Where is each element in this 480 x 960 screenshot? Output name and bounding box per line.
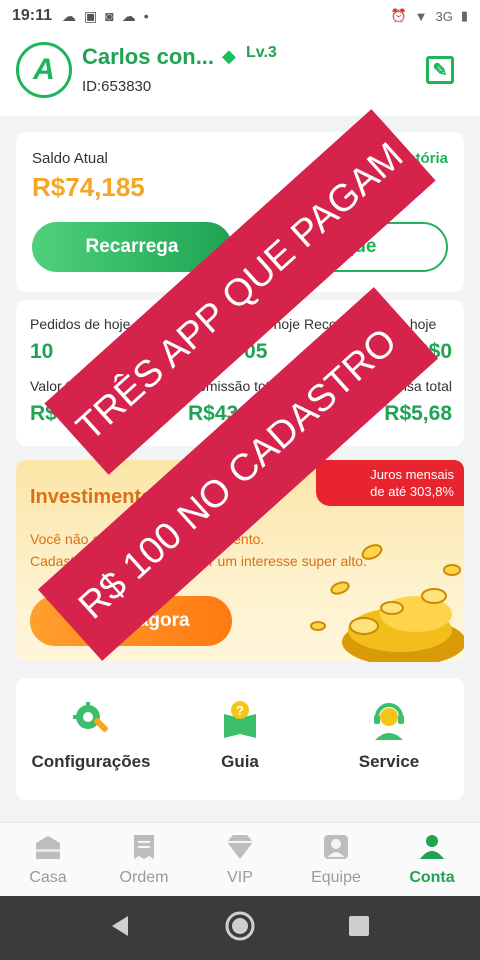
stat-label: Recompensa total	[339, 378, 452, 394]
notification-icon: ▣	[84, 7, 98, 24]
menu-card: Configurações ? Guia Service	[16, 678, 464, 800]
system-navigation-bar	[0, 896, 480, 960]
stat-label: Comissão de hoje	[188, 316, 301, 332]
menu-label: Configurações	[31, 752, 151, 771]
nav-label: Conta	[409, 869, 455, 886]
stat-reward-total: Recompensa total R$5,68	[304, 378, 452, 426]
nav-item-team[interactable]: Equipe	[288, 833, 384, 887]
investment-card: Investimento Juros mensais de até 303,8%…	[16, 460, 464, 662]
menu-item-guide[interactable]: ? Guia	[165, 700, 315, 772]
nav-item-order[interactable]: Ordem	[96, 833, 192, 887]
stat-reward-today: Recompensa de hoje R$0	[304, 316, 452, 364]
badge-line: Juros mensais	[370, 467, 454, 482]
stat-value: 10	[30, 340, 54, 363]
nav-label: VIP	[227, 869, 253, 886]
status-time: 19:11	[12, 7, 53, 24]
stat-value: R$0	[413, 340, 452, 363]
svg-text:?: ?	[236, 703, 244, 718]
menu-item-service[interactable]: Service	[314, 700, 464, 772]
withdraw-button[interactable]: Saque	[248, 222, 448, 272]
notification-icon: ☁	[62, 7, 77, 24]
guide-book-icon: ?	[224, 701, 256, 738]
balance-label: Saldo Atual	[32, 150, 108, 167]
stat-value: R$5,68	[384, 402, 452, 425]
investment-title: Investimento	[30, 486, 154, 508]
network-type: 3G	[435, 8, 453, 24]
badge-line: de até 303,8%	[370, 484, 454, 499]
stat-value: R$74,185	[30, 402, 122, 425]
user-level: Lv.3	[246, 44, 277, 61]
interest-badge: Juros mensais de até 303,8%	[316, 460, 464, 506]
recents-icon[interactable]	[348, 915, 370, 937]
home-icon	[36, 836, 60, 859]
status-bar: 19:11 ☁ ▣ ◙ ☁ • ⏰ ▼ 3G ▮	[0, 0, 480, 32]
alarm-icon: ⏰	[390, 8, 407, 23]
bottom-navigation: Casa Ordem VIP Equipe Conta	[0, 822, 480, 896]
stat-value: R$3,705	[188, 340, 268, 363]
profile-header: A Carlos con... ◆ Lv.3 ID:653830 ✎	[0, 32, 480, 116]
nav-label: Ordem	[119, 869, 169, 886]
invest-now-button[interactable]: Invista agora	[30, 596, 232, 646]
gold-coins-icon	[310, 544, 464, 662]
stat-label: Pedidos de hoje	[30, 316, 131, 332]
team-icon	[324, 835, 348, 859]
menu-item-settings[interactable]: Configurações	[16, 700, 166, 772]
stat-label: Recompensa de hoje	[304, 316, 437, 332]
balance-value: R$74,185	[32, 172, 145, 202]
gear-wrench-icon	[73, 702, 108, 732]
edit-icon[interactable]: ✎	[426, 56, 454, 84]
stat-total-value: Valor total R$74,185	[30, 378, 180, 426]
recharge-button[interactable]: Recarrega	[32, 222, 232, 272]
nav-label: Equipe	[311, 869, 361, 886]
menu-label: Service	[358, 752, 420, 771]
stat-commission-today: Comissão de hoje R$3,705	[188, 316, 308, 364]
user-id: ID:653830	[82, 78, 152, 95]
home-button-icon[interactable]	[224, 910, 256, 942]
dot-icon: •	[143, 8, 149, 24]
order-icon	[134, 835, 154, 859]
history-link[interactable]: História	[392, 150, 448, 167]
menu-label: Guia	[221, 752, 259, 771]
nav-item-home[interactable]: Casa	[0, 833, 96, 887]
nav-label: Casa	[29, 869, 67, 886]
app-logo: A	[16, 42, 72, 98]
stat-label: Valor total	[30, 378, 92, 394]
stat-label: Comissão total	[188, 378, 281, 394]
stat-commission-total: Comissão total R$43,8	[188, 378, 308, 426]
notification-icon: ◙	[105, 8, 114, 24]
stat-value: R$43,8	[188, 402, 256, 425]
battery-icon: ▮	[460, 8, 468, 23]
nav-item-account[interactable]: Conta	[384, 833, 480, 887]
notification-icon: ☁	[121, 7, 136, 24]
support-headset-icon	[374, 703, 404, 740]
back-icon[interactable]	[108, 914, 132, 938]
diamond-icon: ◆	[222, 46, 236, 66]
stat-orders-today: Pedidos de hoje 10	[30, 316, 180, 364]
wifi-icon: ▼	[414, 8, 428, 24]
balance-card: Saldo Atual História R$74,185 Recarrega …	[16, 132, 464, 292]
user-name: Carlos con...	[82, 44, 215, 69]
account-icon	[420, 835, 444, 859]
stats-card: Pedidos de hoje 10 Comissão de hoje R$3,…	[16, 300, 464, 446]
nav-item-vip[interactable]: VIP	[192, 833, 288, 887]
vip-diamond-icon	[227, 835, 253, 859]
